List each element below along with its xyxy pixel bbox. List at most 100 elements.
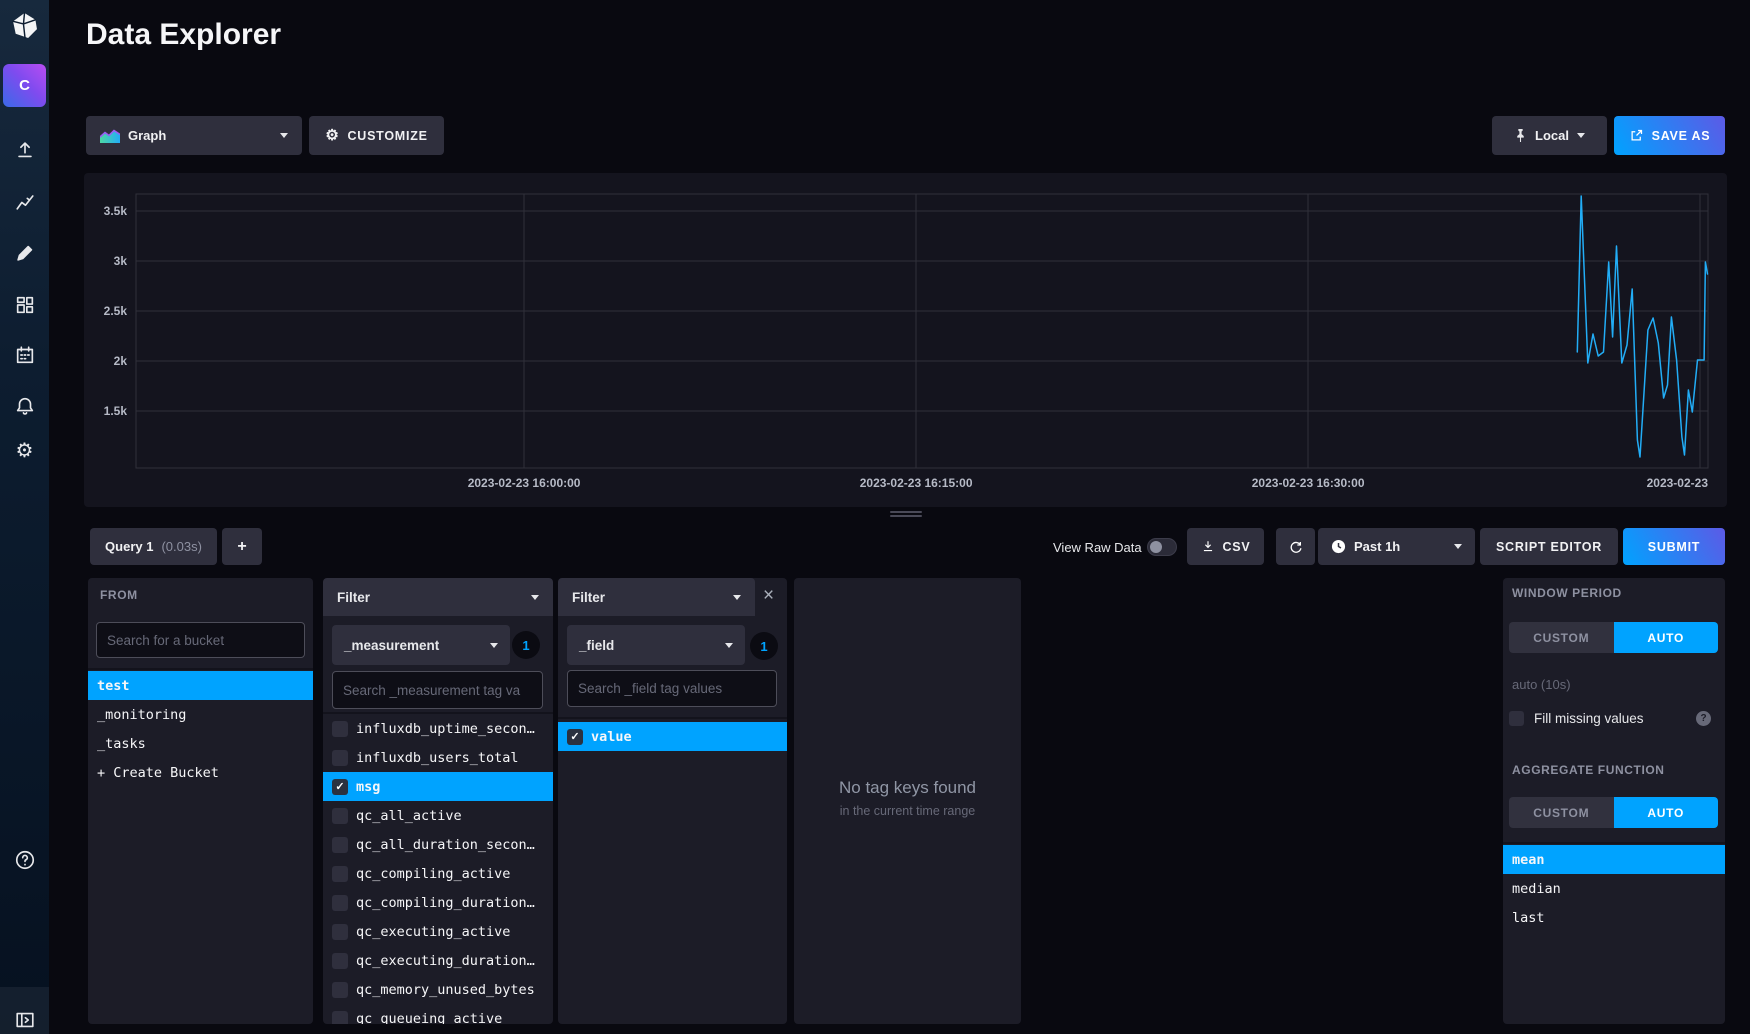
field-filter-card: Filter × _field 1 ✓value (558, 578, 787, 1024)
export-icon (1629, 128, 1644, 143)
selected-count-badge: 1 (512, 631, 540, 659)
dashboards-icon[interactable] (0, 283, 49, 327)
settings-gear-icon[interactable]: ⚙ (0, 429, 49, 473)
aggregate-row[interactable]: mean (1503, 845, 1725, 874)
help-icon[interactable] (0, 838, 49, 882)
custom-option[interactable]: CUSTOM (1509, 622, 1614, 653)
svg-text:2023-02-23: 2023-02-23 (1647, 476, 1709, 490)
measurement-row[interactable]: qc_all_active (323, 801, 553, 830)
fill-missing-checkbox[interactable] (1509, 711, 1524, 726)
tag-key-label: _measurement (344, 638, 439, 653)
custom-option[interactable]: CUSTOM (1509, 797, 1614, 828)
help-question-icon[interactable]: ? (1696, 711, 1711, 726)
aggregate-row-label: median (1512, 881, 1561, 897)
tag-key-dropdown-measurement[interactable]: _measurement (332, 625, 510, 665)
filter-type-dropdown[interactable]: Filter (558, 578, 755, 616)
customize-button[interactable]: ⚙ CUSTOMIZE (309, 116, 444, 155)
notebooks-pencil-icon[interactable] (0, 231, 49, 275)
auto-option[interactable]: AUTO (1614, 797, 1719, 828)
resize-drag-handle[interactable] (890, 509, 922, 519)
visualization-type-dropdown[interactable]: Graph (86, 116, 302, 155)
refresh-icon (1288, 539, 1304, 555)
chevron-down-icon (725, 643, 733, 648)
toggle-knob (1150, 541, 1162, 553)
checkbox[interactable] (332, 808, 348, 824)
alerts-bell-icon[interactable] (0, 384, 49, 428)
checkbox[interactable]: ✓ (332, 779, 348, 795)
close-icon[interactable]: × (763, 587, 774, 605)
measurement-row[interactable]: qc_executing_duration… (323, 946, 553, 975)
tasks-calendar-icon[interactable] (0, 333, 49, 377)
measurement-row[interactable]: qc_executing_active (323, 917, 553, 946)
checkbox[interactable] (332, 953, 348, 969)
influxdata-logo-icon[interactable] (0, 3, 49, 47)
script-editor-button[interactable]: SCRIPT EDITOR (1480, 528, 1618, 565)
auto-window-hint: auto (10s) (1512, 677, 1571, 692)
auto-option[interactable]: AUTO (1614, 622, 1719, 653)
fill-missing-label: Fill missing values (1534, 711, 1644, 726)
view-raw-data-toggle[interactable] (1147, 538, 1177, 556)
bucket-row-label: _tasks (97, 736, 146, 752)
submit-button[interactable]: SUBMIT (1623, 528, 1725, 565)
measurement-row[interactable]: influxdb_uptime_secon… (323, 714, 553, 743)
measurement-row-label: qc_executing_duration… (356, 953, 535, 969)
data-explorer-graph-icon[interactable] (0, 180, 49, 224)
field-search-input[interactable] (567, 670, 777, 707)
add-query-button[interactable]: + (222, 528, 262, 565)
measurement-row[interactable]: qc_compiling_duration… (323, 888, 553, 917)
aggregate-row-label: last (1512, 910, 1545, 926)
expand-panel-icon[interactable] (0, 998, 49, 1034)
measurement-row[interactable]: qc_all_duration_secon… (323, 830, 553, 859)
tag-key-dropdown-field[interactable]: _field (567, 625, 745, 665)
measurement-row-label: qc_compiling_duration… (356, 895, 535, 911)
filter-type-dropdown[interactable]: Filter (323, 578, 553, 616)
user-avatar[interactable]: C (3, 64, 46, 107)
bucket-row[interactable]: test (88, 671, 313, 700)
csv-download-button[interactable]: CSV (1187, 528, 1264, 565)
upload-icon[interactable] (0, 128, 49, 172)
bucket-search-input[interactable] (96, 622, 305, 658)
chevron-down-icon (1577, 133, 1585, 138)
refresh-button[interactable] (1276, 528, 1315, 565)
measurement-search-input[interactable] (332, 671, 543, 709)
measurement-row[interactable]: qc_compiling_active (323, 859, 553, 888)
measurement-row[interactable]: ✓msg (323, 772, 553, 801)
chevron-down-icon (733, 595, 741, 600)
chart-canvas[interactable]: 1.5k2k2.5k3k3.5k2023-02-23 16:00:002023-… (84, 173, 1727, 507)
checkbox[interactable] (332, 866, 348, 882)
time-range-label: Past 1h (1354, 539, 1400, 554)
measurement-row-label: influxdb_users_total (356, 750, 519, 766)
measurement-row[interactable]: influxdb_users_total (323, 743, 553, 772)
aggregate-row[interactable]: median (1503, 874, 1725, 903)
view-raw-data-label: View Raw Data (1053, 540, 1142, 555)
field-row[interactable]: ✓value (558, 722, 787, 751)
aggregate-row[interactable]: last (1503, 903, 1725, 932)
data-explorer-page: C ⚙ Data Explorer (0, 0, 1750, 1034)
bucket-row-label: + Create Bucket (97, 765, 219, 781)
chevron-down-icon (531, 595, 539, 600)
time-series-chart[interactable]: 1.5k2k2.5k3k3.5k2023-02-23 16:00:002023-… (84, 173, 1727, 507)
checkbox[interactable] (332, 1011, 348, 1025)
measurement-filter-card: Filter _measurement 1 influxdb_uptime_se… (323, 578, 553, 1024)
checkbox[interactable] (332, 721, 348, 737)
measurement-row-label: qc_all_duration_secon… (356, 837, 535, 853)
checkbox[interactable] (332, 750, 348, 766)
local-label: Local (1535, 128, 1569, 143)
empty-state-title: No tag keys found (794, 778, 1021, 798)
svg-text:2023-02-23 16:15:00: 2023-02-23 16:15:00 (860, 476, 973, 490)
query-tab[interactable]: Query 1 (0.03s) (90, 528, 217, 565)
measurement-row[interactable]: qc_memory_unused_bytes (323, 975, 553, 1004)
checkbox[interactable]: ✓ (567, 729, 583, 745)
save-as-button[interactable]: SAVE AS (1614, 116, 1725, 155)
from-title: FROM (100, 588, 138, 602)
local-dropdown[interactable]: Local (1492, 116, 1607, 155)
checkbox[interactable] (332, 837, 348, 853)
bucket-row[interactable]: _tasks (88, 729, 313, 758)
bucket-row[interactable]: + Create Bucket (88, 758, 313, 787)
checkbox[interactable] (332, 895, 348, 911)
time-range-dropdown[interactable]: Past 1h (1318, 528, 1475, 565)
checkbox[interactable] (332, 982, 348, 998)
bucket-row[interactable]: _monitoring (88, 700, 313, 729)
measurement-row[interactable]: qc_queueing_active (323, 1004, 553, 1024)
checkbox[interactable] (332, 924, 348, 940)
